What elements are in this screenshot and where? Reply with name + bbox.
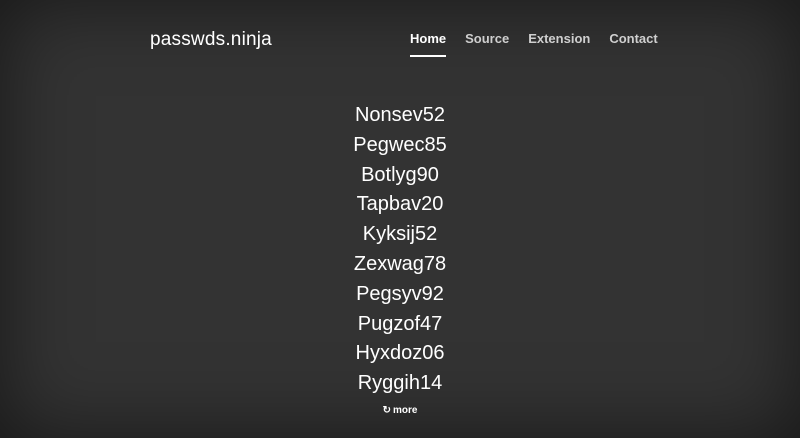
nav-source[interactable]: Source xyxy=(465,31,509,57)
password-item[interactable]: Pugzof47 xyxy=(0,310,800,340)
nav-contact[interactable]: Contact xyxy=(609,31,657,57)
more-label: more xyxy=(392,405,418,416)
password-item[interactable]: Pegsyv92 xyxy=(0,280,800,310)
refresh-icon: ↻ xyxy=(382,405,391,416)
nav-home[interactable]: Home xyxy=(410,31,447,57)
password-item[interactable]: Pegwec85 xyxy=(0,131,800,161)
more-button[interactable]: ↻ more xyxy=(0,405,800,416)
password-item[interactable]: Zexwag78 xyxy=(0,250,800,280)
brand-logo-text[interactable]: passwds.ninja xyxy=(150,29,272,51)
password-list: Nonsev52 Pegwec85 Botlyg90 Tapbav20 Kyks… xyxy=(0,101,800,399)
nav-extension[interactable]: Extension xyxy=(528,31,590,57)
password-item[interactable]: Ryggih14 xyxy=(0,369,800,399)
password-item[interactable]: Nonsev52 xyxy=(0,101,800,131)
password-item[interactable]: Kyksij52 xyxy=(0,220,800,250)
password-item[interactable]: Hyxdoz06 xyxy=(0,339,800,369)
password-item[interactable]: Tapbav20 xyxy=(0,190,800,220)
password-item[interactable]: Botlyg90 xyxy=(0,161,800,191)
main-nav: Home Source Extension Contact xyxy=(410,31,658,57)
